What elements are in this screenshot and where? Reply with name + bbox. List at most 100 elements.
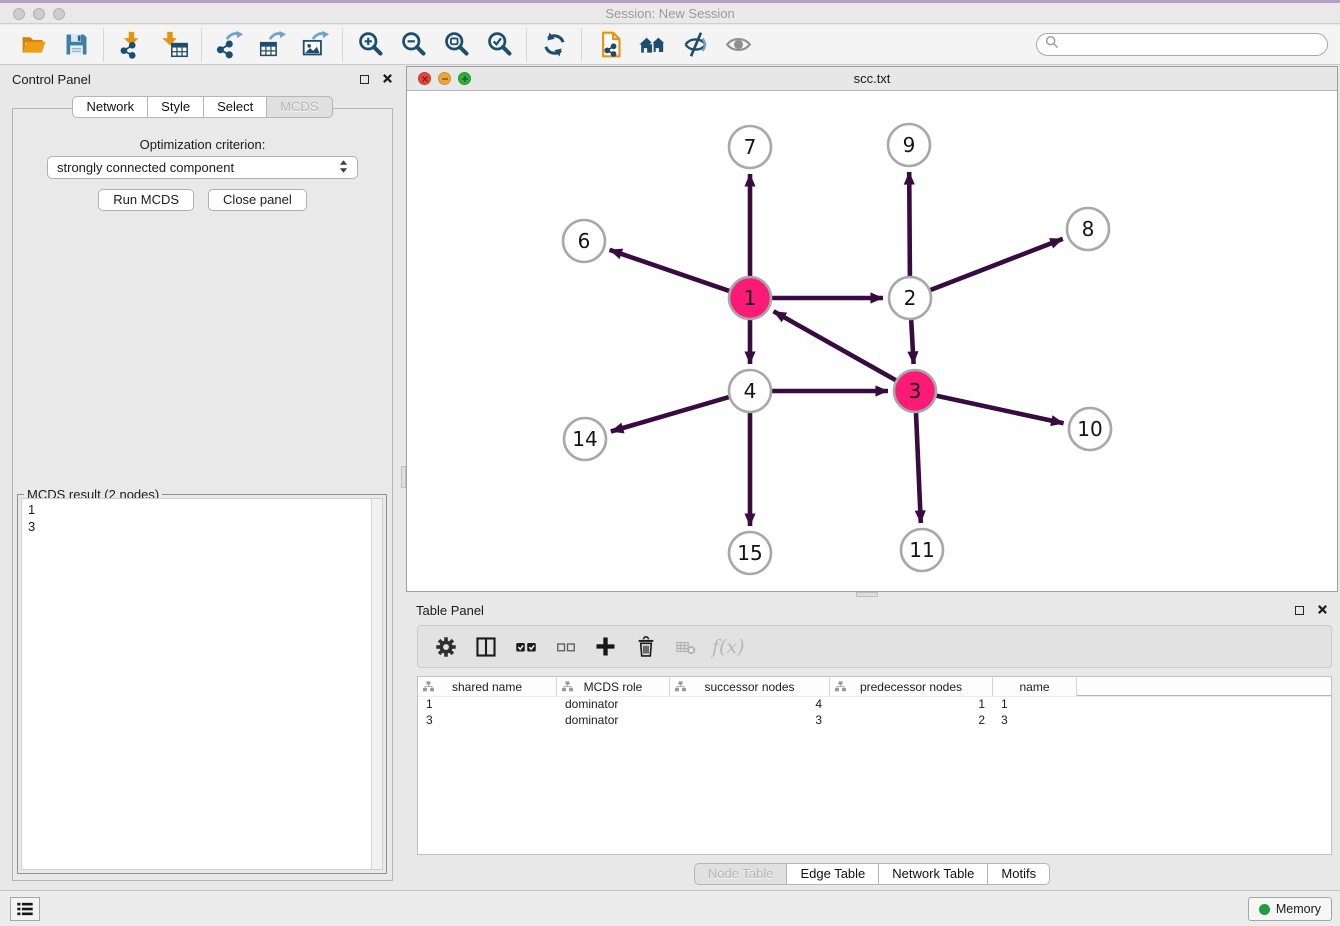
svg-text:4: 4 <box>744 379 757 403</box>
tab-style[interactable]: Style <box>148 96 204 118</box>
optimization-select[interactable]: strongly connected component <box>47 156 358 179</box>
table-row[interactable]: 3dominator323 <box>418 712 1331 728</box>
network-canvas[interactable]: 7 9 6 8 1 2 4 3 14 10 15 11 <box>407 92 1337 591</box>
column-header-successor-nodes[interactable]: successor nodes <box>670 677 830 696</box>
edge-1-6[interactable] <box>610 250 730 291</box>
mcds-result-textarea[interactable]: 13 <box>21 498 383 870</box>
column-header-name[interactable]: name <box>993 677 1077 696</box>
column-split-icon[interactable] <box>468 629 503 664</box>
node-4[interactable]: 4 <box>729 370 771 412</box>
node-1[interactable]: 1 <box>729 277 771 319</box>
houses-icon[interactable] <box>634 27 670 63</box>
edge-2-3[interactable] <box>911 320 913 364</box>
save-floppy-icon[interactable] <box>58 27 94 63</box>
close-table-panel-icon[interactable] <box>1317 603 1328 618</box>
node-7[interactable]: 7 <box>729 126 771 168</box>
node-15[interactable]: 15 <box>729 532 771 574</box>
eye-icon[interactable] <box>720 27 756 63</box>
tab-network-table[interactable]: Network Table <box>879 863 988 885</box>
table-cell[interactable]: 3 <box>670 712 830 728</box>
document-network-icon[interactable] <box>591 27 627 63</box>
node-8[interactable]: 8 <box>1067 208 1109 250</box>
checkboxes-unchecked-icon[interactable] <box>548 629 583 664</box>
open-folder-icon[interactable] <box>15 27 51 63</box>
checkboxes-checked-icon[interactable] <box>508 629 543 664</box>
tab-node-table[interactable]: Node Table <box>694 863 788 885</box>
import-table-icon[interactable] <box>156 27 192 63</box>
search-input[interactable] <box>1064 38 1319 52</box>
network-window-title: scc.txt <box>407 67 1337 91</box>
optimization-criterion-label: Optimization criterion: <box>13 137 392 152</box>
tab-network[interactable]: Network <box>72 96 148 118</box>
zoom-out-icon[interactable] <box>395 27 431 63</box>
run-mcds-button[interactable]: Run MCDS <box>98 189 194 211</box>
svg-text:8: 8 <box>1082 217 1095 241</box>
node-table-body: 1dominator4113dominator323 <box>418 696 1331 728</box>
eye-slash-icon[interactable] <box>677 27 713 63</box>
tab-motifs[interactable]: Motifs <box>988 863 1050 885</box>
search-icon <box>1045 35 1059 54</box>
tree-icon <box>835 681 846 695</box>
table-cell[interactable]: dominator <box>557 696 670 712</box>
column-header-mcds-role[interactable]: MCDS role <box>557 677 670 696</box>
close-panel-icon[interactable] <box>382 72 393 87</box>
memory-button[interactable]: Memory <box>1248 897 1332 921</box>
table-cell[interactable]: 4 <box>670 696 830 712</box>
refresh-icon[interactable] <box>536 27 572 63</box>
zoom-in-icon[interactable] <box>352 27 388 63</box>
edge-4-14[interactable] <box>611 397 729 431</box>
table-cell[interactable]: 1 <box>830 696 993 712</box>
column-header-predecessor-nodes[interactable]: predecessor nodes <box>830 677 993 696</box>
table-cell[interactable]: 2 <box>830 712 993 728</box>
control-panel-title: Control Panel <box>12 72 91 87</box>
node-2[interactable]: 2 <box>889 277 931 319</box>
column-label: MCDS role <box>584 680 643 694</box>
node-14[interactable]: 14 <box>564 418 606 460</box>
zoom-fit-icon[interactable] <box>438 27 474 63</box>
result-scrollbar[interactable] <box>371 499 382 869</box>
column-header-shared-name[interactable]: shared name <box>418 677 557 696</box>
search-box[interactable] <box>1036 33 1328 56</box>
svg-text:2: 2 <box>904 286 917 310</box>
edge-3-10[interactable] <box>937 396 1064 424</box>
network-window-titlebar: scc.txt <box>407 67 1337 91</box>
edge-2-8[interactable] <box>931 239 1063 290</box>
zoom-check-icon[interactable] <box>481 27 517 63</box>
app-titlebar: Session: New Session <box>0 3 1340 24</box>
table-cell[interactable]: 3 <box>418 712 557 728</box>
optimization-select-value: strongly connected component <box>57 160 339 175</box>
tab-edge-table[interactable]: Edge Table <box>787 863 879 885</box>
export-table-icon[interactable] <box>254 27 290 63</box>
table-cell[interactable]: 3 <box>993 712 1077 728</box>
node-11[interactable]: 11 <box>901 529 943 571</box>
tree-icon <box>423 681 434 695</box>
tab-select[interactable]: Select <box>204 96 267 118</box>
float-table-panel-icon[interactable] <box>1295 606 1304 615</box>
edge-2-9[interactable] <box>909 172 910 276</box>
panel-resize-handle-vertical[interactable] <box>401 466 406 488</box>
gear-icon[interactable] <box>428 629 463 664</box>
table-cell[interactable]: 1 <box>418 696 557 712</box>
edge-3-11[interactable] <box>916 413 921 523</box>
node-6[interactable]: 6 <box>563 220 605 262</box>
node-10[interactable]: 10 <box>1069 408 1111 450</box>
svg-text:10: 10 <box>1077 417 1102 441</box>
table-cell[interactable]: dominator <box>557 712 670 728</box>
list-icon[interactable] <box>10 897 40 921</box>
plus-icon[interactable] <box>588 629 623 664</box>
trash-icon[interactable] <box>628 629 663 664</box>
node-9[interactable]: 9 <box>888 124 930 166</box>
export-network-icon[interactable] <box>211 27 247 63</box>
svg-text:3: 3 <box>909 379 922 403</box>
table-row[interactable]: 1dominator411 <box>418 696 1331 712</box>
float-panel-icon[interactable] <box>360 75 369 84</box>
edge-3-1[interactable] <box>774 311 896 380</box>
import-network-icon[interactable] <box>113 27 149 63</box>
close-panel-button[interactable]: Close panel <box>208 189 307 211</box>
export-image-icon[interactable] <box>297 27 333 63</box>
svg-text:1: 1 <box>744 286 757 310</box>
node-3[interactable]: 3 <box>894 370 936 412</box>
table-cell[interactable]: 1 <box>993 696 1077 712</box>
tab-mcds[interactable]: MCDS <box>267 96 332 118</box>
tree-icon <box>675 681 686 695</box>
